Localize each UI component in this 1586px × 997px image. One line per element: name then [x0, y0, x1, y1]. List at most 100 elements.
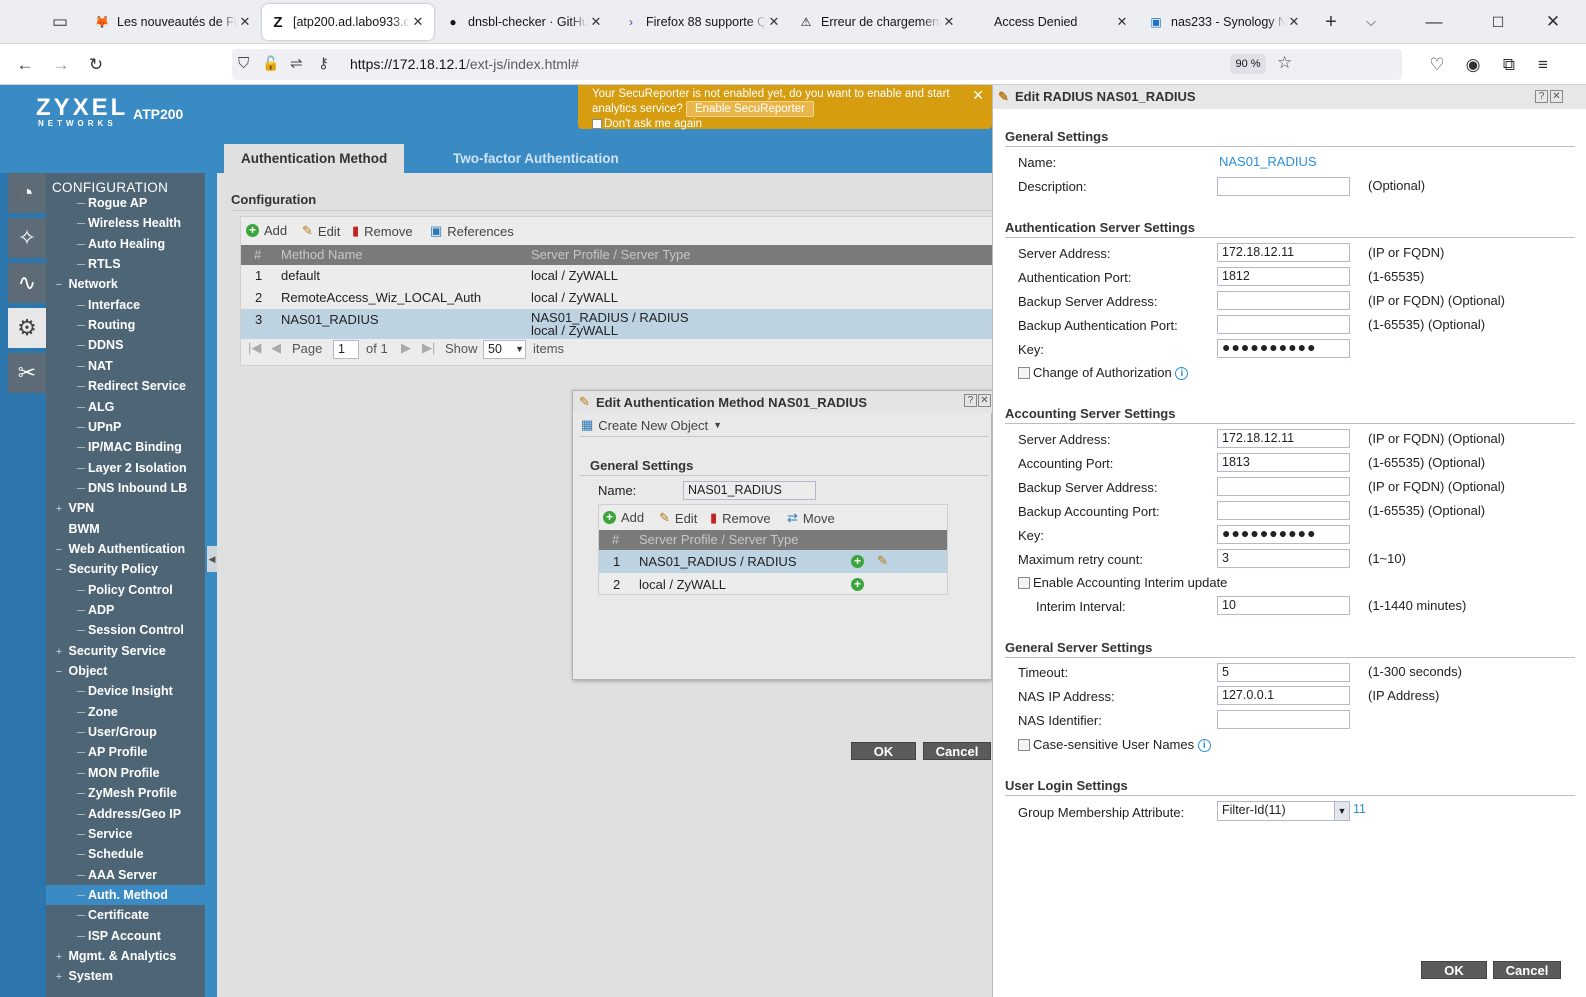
sidebar-item[interactable]: UPnP [46, 417, 205, 437]
sidebar-item[interactable]: Zone [46, 702, 205, 722]
sidebar-item[interactable]: + System [46, 966, 205, 986]
sp-edit-button[interactable]: ✎ Edit [659, 510, 697, 526]
method-ok-button[interactable]: OK [851, 742, 916, 760]
quick-setup-wand-icon[interactable]: ✧ [8, 218, 46, 258]
tab-two-factor-authentication[interactable]: Two-factor Authentication [436, 144, 636, 173]
close-tab-icon[interactable]: ✕ [588, 14, 604, 30]
enable-secureporter-button[interactable]: Enable SecuReporter [685, 101, 814, 117]
acct-backup-input[interactable] [1217, 477, 1350, 496]
browser-tab[interactable]: Z [atp200.ad.labo933.ch] ✕ [262, 4, 434, 40]
sp-move-button[interactable]: ⇄ Move [787, 510, 835, 526]
collapse-icon[interactable]: − [53, 662, 65, 682]
sidebar-item[interactable]: Redirect Service [46, 376, 205, 396]
table-row[interactable]: 2 local / ZyWALL + [599, 573, 947, 596]
sidebar-item[interactable]: − Network [46, 274, 205, 294]
sidebar-item[interactable]: Service [46, 824, 205, 844]
col-server-profile[interactable]: Server Profile / Server Type [639, 530, 798, 550]
sidebar-item[interactable]: AP Profile [46, 742, 205, 762]
group-attr-select[interactable]: Filter-Id(11) ▼ [1217, 801, 1350, 821]
close-tab-icon[interactable]: ✕ [941, 14, 957, 30]
coa-checkbox[interactable] [1018, 367, 1030, 379]
sidebar-item[interactable]: User/Group [46, 722, 205, 742]
sidebar-item[interactable]: DNS Inbound LB [46, 478, 205, 498]
tab-list-chevron-icon[interactable]: ⌵ [1358, 9, 1384, 35]
close-tab-icon[interactable]: ✕ [766, 14, 782, 30]
maximize-button[interactable]: ☐ [1485, 9, 1511, 35]
sidebar-item[interactable]: Address/Geo IP [46, 804, 205, 824]
expand-icon[interactable]: + [53, 947, 65, 967]
grid-references-button[interactable]: ▣ References [430, 223, 514, 239]
new-tab-button[interactable]: + [1318, 9, 1344, 35]
pocket-icon[interactable]: ♡ [1424, 52, 1450, 78]
sidebar-item[interactable]: ZyMesh Profile [46, 783, 205, 803]
col-num[interactable]: # [612, 530, 619, 550]
sidebar-item[interactable]: Interface [46, 295, 205, 315]
expand-icon[interactable]: + [53, 642, 65, 662]
url-text[interactable]: https://172.18.12.1/ext-js/index.html# [350, 56, 579, 72]
dont-ask-checkbox[interactable] [592, 118, 602, 129]
name-field[interactable]: NAS01_RADIUS [683, 481, 816, 500]
browser-tab[interactable]: › Firefox 88 supporte QUIC✕ [615, 4, 790, 40]
sidebar-item[interactable]: Session Control [46, 620, 205, 640]
last-page-icon[interactable]: ▶| [422, 340, 435, 356]
sidebar-item[interactable]: NAT [46, 356, 205, 376]
sp-remove-button[interactable]: ▮ Remove [710, 510, 771, 526]
sidebar-item[interactable]: Device Insight [46, 681, 205, 701]
browser-tab[interactable]: 🦊 Les nouveautés de Firefox✕ [86, 4, 261, 40]
sidebar-item[interactable]: Schedule [46, 844, 205, 864]
nas-identifier-input[interactable] [1217, 710, 1350, 729]
sidebar-item[interactable]: + Mgmt. & Analytics [46, 946, 205, 966]
sidebar-item[interactable]: IP/MAC Binding [46, 437, 205, 457]
back-icon[interactable]: ← [12, 52, 38, 78]
dashboard-icon[interactable]: ◔ [8, 173, 46, 213]
table-row[interactable]: 1 default local / ZyWALL [241, 265, 996, 287]
radius-ok-button[interactable]: OK [1421, 961, 1487, 979]
sidebar-item[interactable]: Rogue AP [46, 193, 205, 213]
info-icon[interactable]: i [1197, 739, 1211, 753]
retry-input[interactable]: 3 [1217, 549, 1350, 568]
grid-remove-button[interactable]: ▮ Remove [352, 223, 413, 239]
close-banner-icon[interactable]: ✕ [972, 88, 984, 102]
sidebar-item[interactable]: Policy Control [46, 580, 205, 600]
configuration-gear-icon[interactable]: ⚙ [8, 308, 46, 348]
browser-tab[interactable]: ● dnsbl-checker · GitHub ✕ [437, 4, 612, 40]
collapse-handle-icon[interactable]: ◀ [207, 546, 217, 572]
col-server-profile[interactable]: Server Profile / Server Type [531, 245, 690, 265]
auth-key-input[interactable]: ●●●●●●●●●● [1217, 339, 1350, 358]
shield-icon[interactable]: ⛉ [238, 55, 249, 72]
zoom-level[interactable]: 90 % [1230, 54, 1266, 74]
col-num[interactable]: # [254, 245, 261, 265]
sidebar-item[interactable]: Auto Healing [46, 234, 205, 254]
close-icon[interactable]: ✕ [1550, 90, 1563, 103]
sidebar-item[interactable]: Routing [46, 315, 205, 335]
case-sensitive-checkbox[interactable] [1018, 739, 1030, 751]
table-row[interactable]: 1 NAS01_RADIUS / RADIUS + ✎ [599, 550, 947, 573]
help-icon[interactable]: ? [1535, 90, 1548, 103]
timeout-input[interactable]: 5 [1217, 663, 1350, 682]
per-page-select[interactable]: 50 ▼ [483, 340, 526, 359]
sidebar-item[interactable]: − Security Policy [46, 559, 205, 579]
sidebar-item[interactable]: DDNS [46, 335, 205, 355]
acct-key-input[interactable]: ●●●●●●●●●● [1217, 525, 1350, 544]
auth-port-input[interactable]: 1812 [1217, 267, 1350, 286]
expand-icon[interactable]: + [53, 499, 65, 519]
auth-backup-input[interactable] [1217, 291, 1350, 310]
sidebar-item[interactable]: BWM [46, 519, 205, 539]
tab-authentication-method[interactable]: Authentication Method [224, 144, 405, 173]
key-icon[interactable]: ⚷ [318, 54, 329, 72]
sidebar-item[interactable]: + Security Service [46, 641, 205, 661]
extensions-icon[interactable]: ⧉ [1496, 52, 1522, 78]
acct-server-input[interactable]: 172.18.12.11 [1217, 429, 1350, 448]
help-icon[interactable]: ? [964, 394, 977, 407]
close-window-button[interactable]: ✕ [1540, 9, 1566, 35]
sidebar-item[interactable]: − Web Authentication [46, 539, 205, 559]
grid-edit-button[interactable]: ✎ Edit [302, 223, 340, 239]
sidebar-item[interactable]: ADP [46, 600, 205, 620]
table-row[interactable]: 2 RemoteAccess_Wiz_LOCAL_Auth local / ZyWA… [241, 287, 996, 309]
close-tab-icon[interactable]: ✕ [1114, 14, 1130, 30]
description-input[interactable] [1217, 177, 1350, 196]
permissions-icon[interactable]: ⇌ [290, 54, 303, 72]
sidebar-item[interactable]: Layer 2 Isolation [46, 458, 205, 478]
sidebar-item[interactable]: + VPN [46, 498, 205, 518]
sp-add-button[interactable]: + Add [603, 510, 644, 525]
